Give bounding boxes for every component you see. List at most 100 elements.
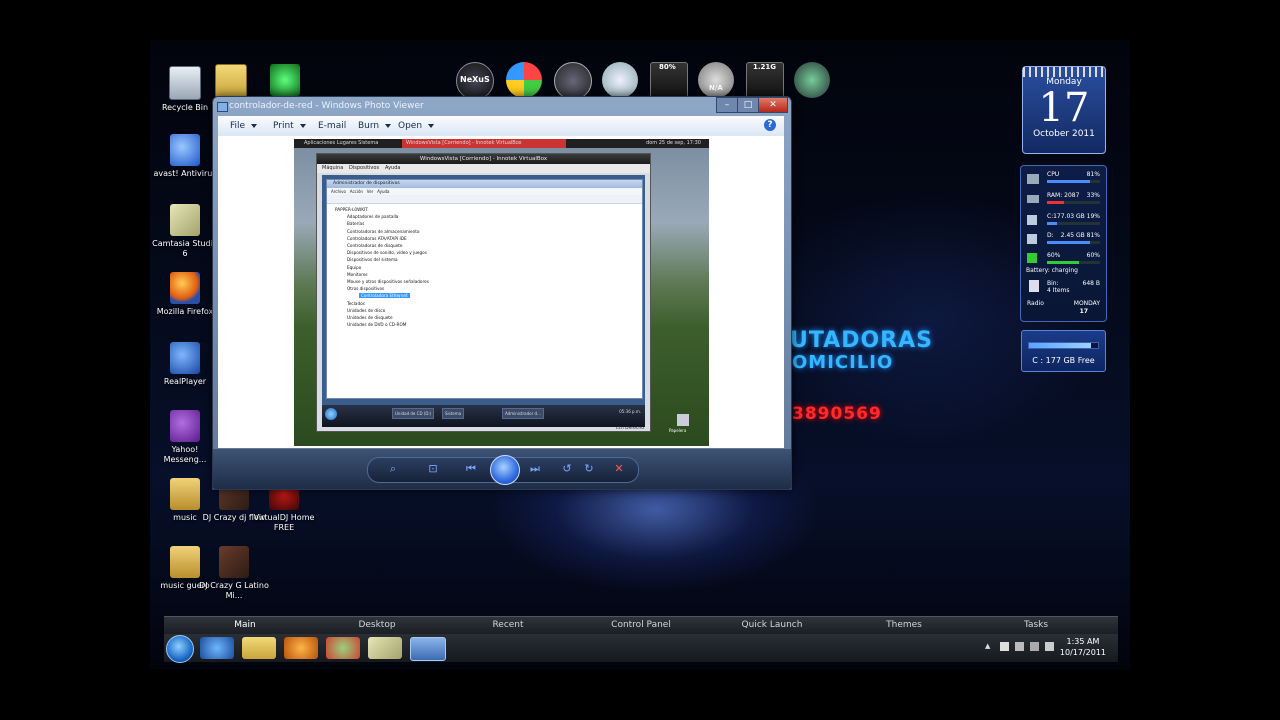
chevron-down-icon <box>251 123 258 128</box>
recycle-bin-icon <box>1029 280 1039 292</box>
folder-icon[interactable] <box>242 637 276 659</box>
recycle-bin-icon <box>677 414 689 426</box>
devmgr-toolbar <box>327 195 642 204</box>
rotate-clockwise-icon[interactable]: ↻ <box>582 462 596 476</box>
devmgr-menu-item: Archivo <box>331 189 346 194</box>
nexus-icon[interactable]: NeXuS <box>456 62 494 100</box>
tab-themes[interactable]: Themes <box>854 620 954 630</box>
media-player-icon[interactable] <box>284 637 318 659</box>
desktop-icon-dj-crazy-g[interactable]: DJ Crazy G Latino Mi... <box>199 546 269 601</box>
devmgr-menu-item: Ayuda <box>377 189 390 194</box>
ram-meter-icon[interactable]: 1.21G <box>746 62 784 100</box>
bin-items: 4 Items <box>1047 287 1070 294</box>
network-icon[interactable] <box>1030 642 1039 651</box>
radio-label: Radio <box>1027 300 1044 307</box>
actual-size-icon[interactable]: ⊡ <box>426 462 440 476</box>
action-center-icon[interactable] <box>1000 642 1009 651</box>
tree-item: Controladoras ATA/ATAPI IDE <box>347 235 407 241</box>
next-icon[interactable]: ⏭ <box>528 462 542 476</box>
desktop-icon-camtasia[interactable]: Camtasia Studio 6 <box>150 204 220 259</box>
tree-item: Monitores <box>347 271 368 277</box>
cpu-meter-icon[interactable]: 80% <box>650 62 688 100</box>
clock-gauge-icon[interactable] <box>554 62 592 100</box>
desktop-icon-label: DJ Crazy G Latino Mi... <box>199 581 269 600</box>
calendar-month-year: October 2011 <box>1033 129 1095 139</box>
guest-clock: 05:36 p.m. <box>619 409 641 414</box>
firefox-icon <box>170 272 200 304</box>
device-manager-window: Administrador de dispositivos Archivo Ac… <box>326 179 643 399</box>
recycle-bin-icon[interactable] <box>602 62 638 98</box>
drive-c-value: 177.03 GB 19% <box>1053 213 1100 220</box>
desktop-icon-green-app[interactable] <box>250 64 320 99</box>
help-icon[interactable]: N/A <box>698 62 734 98</box>
desktop-icon-avast[interactable]: avast! Antivirus <box>150 134 220 179</box>
minimize-button[interactable]: – <box>716 97 738 113</box>
free-space-widget[interactable]: C : 177 GB Free <box>1021 330 1106 372</box>
ram-value: 33% <box>1086 192 1100 199</box>
tab-quick-launch[interactable]: Quick Launch <box>722 620 822 630</box>
webcam-icon[interactable] <box>794 62 830 98</box>
print-menu[interactable]: Print <box>273 121 306 131</box>
burn-menu[interactable]: Burn <box>358 121 392 131</box>
guest-task: Sistema <box>442 408 465 419</box>
chevron-down-icon <box>385 123 392 128</box>
vbox-menu-item: Ayuda <box>385 165 401 171</box>
host-menu-text: Aplicaciones Lugares Sistema <box>304 140 379 146</box>
desktop-icon-label: Mozilla Firefox <box>156 307 214 316</box>
photo-canvas[interactable]: Aplicaciones Lugares Sistema WindowsVist… <box>218 136 784 448</box>
previous-icon[interactable]: ⏮ <box>464 462 478 476</box>
cpu-label: CPU <box>1047 171 1060 178</box>
ram-bar <box>1047 201 1100 204</box>
photo-viewer-window: controlador-de-red - Windows Photo Viewe… <box>212 96 792 490</box>
tree-item: Unidades de disquete <box>347 315 393 321</box>
tab-desktop[interactable]: Desktop <box>327 620 427 630</box>
battery-bar <box>1047 261 1100 264</box>
vbox-title: WindowsVista [Corriendo] - Innotek Virtu… <box>317 154 650 164</box>
delete-icon[interactable]: ✕ <box>612 462 626 476</box>
tree-item: Adaptadores de pantalla <box>347 214 399 220</box>
tray-expand-icon[interactable]: ▲ <box>985 642 994 651</box>
battery-icon[interactable] <box>1015 642 1024 651</box>
cpu-meter-label: 80% <box>659 63 676 71</box>
nexus-label: NeXuS <box>460 75 490 84</box>
system-monitor-widget[interactable]: CPU 81% RAM: 2087 33% C: 177.03 GB 19% D… <box>1020 165 1107 322</box>
free-space-text: C : 177 GB Free <box>1032 356 1095 365</box>
volume-icon[interactable] <box>1045 642 1054 651</box>
mouse-cursor-icon <box>399 297 403 307</box>
maximize-button[interactable]: □ <box>737 97 759 113</box>
file-menu[interactable]: File <box>230 121 258 131</box>
desktop-icon-realplayer[interactable]: RealPlayer <box>150 342 220 387</box>
rotate-counterclockwise-icon[interactable]: ↺ <box>560 462 574 476</box>
games-icon[interactable] <box>326 637 360 659</box>
desktop-icon-label: Camtasia Studio 6 <box>152 239 218 258</box>
slideshow-button[interactable] <box>490 455 520 485</box>
start-button[interactable] <box>166 635 194 663</box>
tab-tasks[interactable]: Tasks <box>986 620 1086 630</box>
email-label: E-mail <box>318 121 347 131</box>
camtasia-icon[interactable] <box>368 637 402 659</box>
taskbar-clock[interactable]: 1:35 AM 10/17/2011 <box>1060 636 1106 658</box>
vbox-status: Ctrl Derecho <box>615 426 644 431</box>
tab-recent[interactable]: Recent <box>458 620 558 630</box>
email-button[interactable]: E-mail <box>318 121 346 131</box>
desktop-icon-yahoo-messenger[interactable]: Yahoo! Messeng... <box>150 410 220 465</box>
devmgr-menu-item: Acción <box>349 189 363 194</box>
close-button[interactable]: ✕ <box>758 97 788 113</box>
help-icon[interactable]: ? <box>764 119 776 131</box>
tab-main[interactable]: Main <box>195 620 295 630</box>
photo-viewer-task-icon[interactable] <box>410 637 446 661</box>
print-menu-label: Print <box>273 121 294 131</box>
screen: UTADORAS OMICILIO 3890569 Recycle Bin av… <box>0 0 1280 720</box>
windows-logo-icon[interactable] <box>506 62 542 98</box>
tab-control-panel[interactable]: Control Panel <box>591 620 691 630</box>
devmgr-title: Administrador de dispositivos <box>327 180 642 188</box>
desktop-icon-firefox[interactable]: Mozilla Firefox <box>150 272 220 317</box>
open-menu[interactable]: Open <box>398 121 435 131</box>
yahoo-messenger-icon <box>170 410 200 442</box>
cpu-value: 81% <box>1086 171 1100 178</box>
devmgr-menu-item: Ver <box>366 189 374 194</box>
calendar-widget[interactable]: Monday 17 October 2011 <box>1022 66 1106 154</box>
internet-explorer-icon[interactable] <box>200 637 234 659</box>
zoom-icon[interactable]: ⌕ <box>386 462 400 476</box>
realplayer-icon <box>170 342 200 374</box>
